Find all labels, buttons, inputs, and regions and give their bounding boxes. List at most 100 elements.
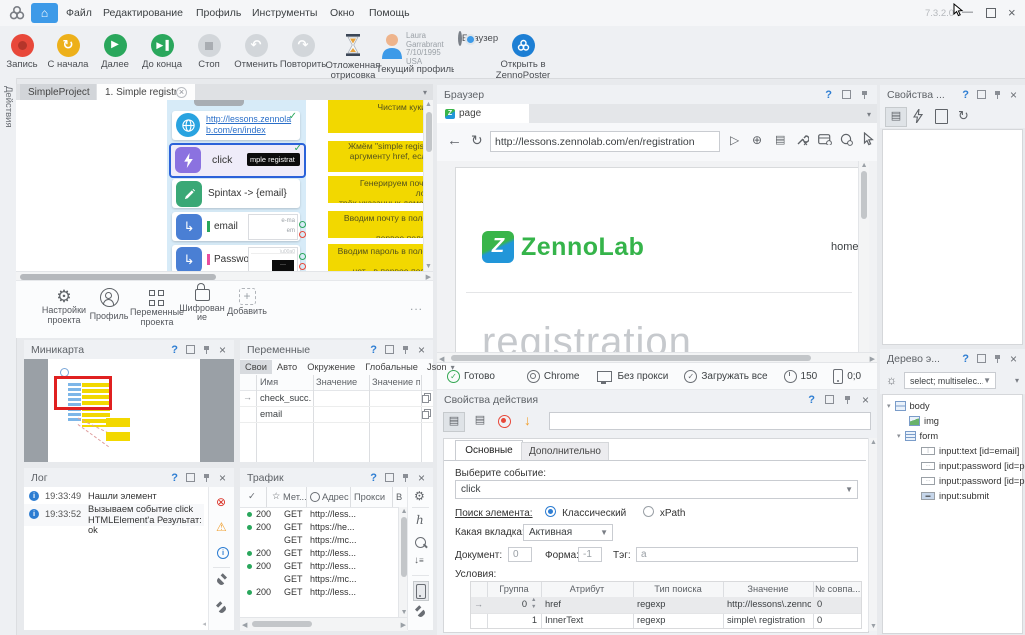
restart-button[interactable]: ↻ С начала <box>42 34 94 71</box>
maximize-panel-icon[interactable] <box>977 354 986 363</box>
minimize-button[interactable]: — <box>962 6 976 18</box>
browser-tab-page[interactable]: Z page <box>437 104 529 123</box>
cache-icon[interactable] <box>818 134 832 145</box>
tag-input[interactable] <box>636 547 858 562</box>
menu-file[interactable]: Файл <box>66 7 92 19</box>
pin-icon[interactable] <box>994 90 1002 100</box>
help-icon[interactable]: ? <box>825 89 832 101</box>
maximize-button[interactable] <box>986 8 996 21</box>
search-label[interactable]: Поиск элемента: <box>455 508 533 519</box>
maximize-panel-icon[interactable] <box>186 473 195 482</box>
block-set-email[interactable]: ↳ email e-ma em <box>172 212 300 241</box>
tree-node-input-password[interactable]: ··· input:password [id=p... <box>921 461 1025 471</box>
close-panel-icon[interactable]: × <box>219 472 226 484</box>
comment-note[interactable]: Генерируем почту из логина трёх указанны… <box>328 176 433 203</box>
browser-tab-dropdown-icon[interactable]: ▾ <box>867 110 871 119</box>
block-click[interactable]: click mple registrat ✓ <box>169 143 306 178</box>
port-ok[interactable] <box>299 253 306 260</box>
port-fail[interactable] <box>299 231 306 238</box>
back-icon[interactable]: ← <box>447 132 462 149</box>
highlight-icon[interactable]: ☼ <box>886 373 897 387</box>
record-button[interactable]: Запись <box>0 34 48 71</box>
help-icon[interactable]: ? <box>962 89 969 101</box>
tree-options-dropdown-icon[interactable]: ▾ <box>1015 376 1019 385</box>
search-icon[interactable] <box>415 537 426 548</box>
close-panel-icon[interactable]: × <box>1010 89 1017 101</box>
edit-mode-icon[interactable]: ▤ <box>470 412 490 430</box>
traffic-tree-icon[interactable]: ℎ <box>416 513 424 527</box>
status-size[interactable]: 0;0 <box>847 371 861 382</box>
vars-tab-env[interactable]: Окружение <box>302 360 360 374</box>
pin-icon[interactable] <box>844 395 852 405</box>
action-props-vscrollbar[interactable]: ▲ ▼ <box>868 438 877 631</box>
menu-edit[interactable]: Редактирование <box>103 7 183 19</box>
status-proxy[interactable]: Без прокси <box>617 371 668 382</box>
comment-note[interactable]: Жмём "simple registratio аргументу href,… <box>328 141 433 172</box>
help-icon[interactable]: ? <box>808 394 815 406</box>
device-filter-icon[interactable] <box>413 581 429 601</box>
which-tab-select[interactable]: Активная ▼ <box>523 524 613 541</box>
status-timeout[interactable]: 150 <box>801 371 818 382</box>
form-view-icon[interactable]: ▤ <box>885 107 907 127</box>
radio-classic[interactable] <box>545 506 556 517</box>
log-scroll-hint[interactable]: ◂ <box>202 620 206 628</box>
refresh-icon[interactable]: ↻ <box>471 132 483 149</box>
record-target-icon[interactable] <box>498 415 511 428</box>
menu-tools[interactable]: Инструменты <box>252 7 317 19</box>
doc-input[interactable] <box>508 547 532 562</box>
pin-icon[interactable] <box>402 345 410 355</box>
close-panel-icon[interactable]: × <box>219 344 226 356</box>
page-vscrollbar[interactable]: ▲ <box>858 161 869 352</box>
tab-simpleproject[interactable]: SimpleProject <box>20 84 96 100</box>
vars-tabs-dropdown-icon[interactable]: ▾ <box>451 363 460 372</box>
collapse-icon[interactable]: ▾ <box>897 432 901 440</box>
tree-node-body[interactable]: ▾ body <box>887 401 930 411</box>
project-profile-button[interactable]: Профиль <box>84 288 134 321</box>
tree-node-input-submit[interactable]: ▬ input:submit <box>921 491 989 501</box>
encryption-button[interactable]: Шифрование <box>176 281 228 323</box>
radio-classic-label[interactable]: Классический <box>562 508 626 519</box>
vars-tab-json[interactable]: Json <box>423 360 451 374</box>
vars-tab-global[interactable]: Глобальные <box>360 360 423 374</box>
clear-all-logs-icon[interactable] <box>215 603 228 616</box>
clear-traffic-icon[interactable] <box>414 607 427 620</box>
filter-errors-icon[interactable]: ⊗ <box>216 495 226 509</box>
nav-home-link[interactable]: home <box>831 241 859 253</box>
props-mode-icon[interactable]: ▤ <box>443 412 465 432</box>
tree-node-input-text[interactable]: | input:text [id=email] <box>921 446 1019 456</box>
run-to-end-button[interactable]: ▶▐ До конца <box>136 34 188 71</box>
help-icon[interactable]: ? <box>962 353 969 365</box>
status-engine[interactable]: Chrome <box>544 371 580 382</box>
go-icon[interactable]: ▷ <box>730 133 739 147</box>
tools-icon[interactable] <box>796 133 809 146</box>
filter-info-icon[interactable]: i <box>217 547 229 559</box>
tab-simple-registration[interactable]: 1. Simple registration × <box>97 84 195 100</box>
lightning-icon[interactable] <box>913 109 923 123</box>
filter-warnings-icon[interactable]: ⚠ <box>216 520 227 534</box>
maximize-panel-icon[interactable] <box>186 345 195 354</box>
tree-node-img[interactable]: img <box>909 416 939 426</box>
condition-row[interactable]: → 0 ▲▼ href regexp http://lessons\.zenno… <box>471 597 861 614</box>
page-icon[interactable] <box>935 109 948 124</box>
comment-note[interactable]: Вводим пароль в поле с id " нет - в перв… <box>328 244 433 271</box>
footer-more-button[interactable]: ... <box>410 299 423 313</box>
close-panel-icon[interactable]: × <box>418 472 425 484</box>
webpage[interactable]: Z ZennoLab home registration <box>455 167 860 352</box>
comment-note[interactable]: Вводим почту в поле с id "e первое поле … <box>328 211 433 238</box>
tab-extra[interactable]: Дополнительно <box>521 442 609 461</box>
condition-row[interactable]: 1 InnerText regexp simple\ registration … <box>471 613 861 629</box>
traffic-rows[interactable]: 200GEThttp://less... 200GEThttps://he...… <box>240 507 398 599</box>
step-button[interactable]: ▶ Далее <box>89 34 141 71</box>
maximize-panel-icon[interactable] <box>385 345 394 354</box>
block-spintax[interactable]: Spintax -> {email} <box>172 179 300 208</box>
home-button[interactable]: ⌂ <box>31 3 58 23</box>
add-tab-icon[interactable]: ⊕ <box>752 133 762 147</box>
status-load[interactable]: Загружать все <box>701 371 767 382</box>
tab-main[interactable]: Основные <box>455 440 523 461</box>
minimap-viewport[interactable] <box>54 376 112 410</box>
tree-node-form[interactable]: ▾ form <box>897 431 938 441</box>
menu-help[interactable]: Помощь <box>369 7 410 19</box>
refresh-icon[interactable]: ↻ <box>958 108 969 124</box>
vars-tab-auto[interactable]: Авто <box>272 360 302 374</box>
radio-xpath[interactable] <box>643 506 654 517</box>
